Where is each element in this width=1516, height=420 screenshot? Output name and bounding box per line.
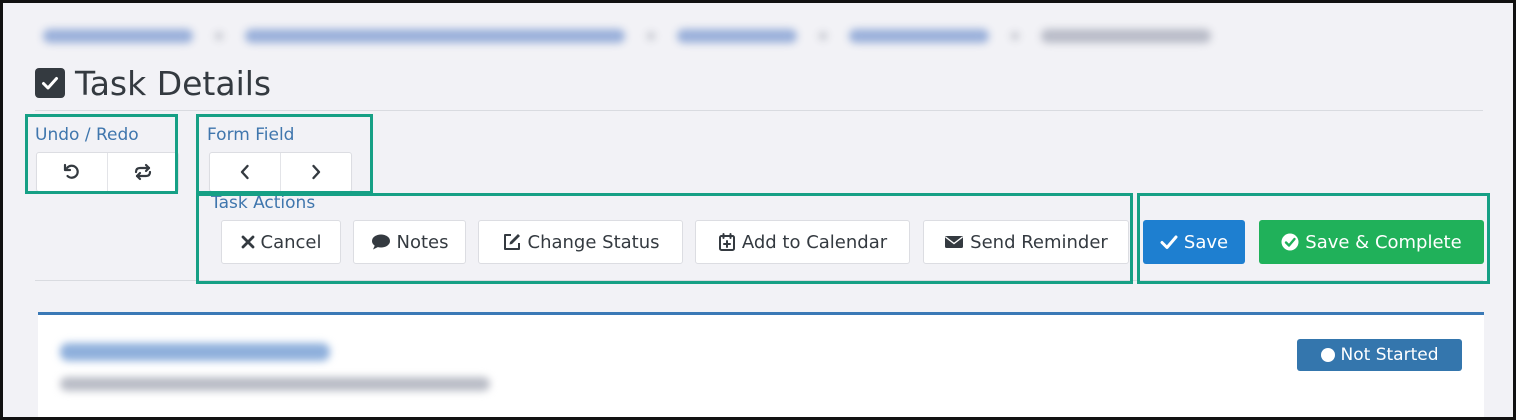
check-icon — [1160, 234, 1178, 250]
comment-icon — [371, 233, 391, 251]
task-card: Not Started — [38, 312, 1484, 417]
send-reminder-label: Send Reminder — [970, 231, 1108, 253]
breadcrumb — [43, 21, 1211, 51]
notes-button[interactable]: Notes — [353, 220, 466, 264]
breadcrumb-item[interactable] — [849, 29, 989, 43]
form-field-label: Form Field — [207, 125, 295, 145]
task-card-title — [60, 343, 330, 361]
envelope-icon — [944, 234, 964, 250]
status-label: Not Started — [1340, 345, 1439, 365]
page-title-text: Task Details — [75, 63, 272, 103]
divider — [35, 110, 1483, 111]
calendar-plus-icon — [718, 232, 736, 252]
breadcrumb-current — [1041, 29, 1211, 43]
breadcrumb-item[interactable] — [43, 29, 193, 43]
previous-field-button[interactable] — [210, 153, 281, 191]
notes-label: Notes — [396, 231, 449, 253]
undo-redo-label: Undo / Redo — [35, 125, 139, 145]
undo-redo-group — [36, 152, 179, 192]
save-and-complete-button[interactable]: Save & Complete — [1259, 220, 1484, 264]
redo-button[interactable] — [108, 153, 178, 191]
task-actions-label: Task Actions — [211, 193, 316, 213]
undo-icon — [62, 162, 82, 182]
form-field-group — [209, 152, 352, 192]
cancel-button[interactable]: Cancel — [221, 220, 341, 264]
undo-button[interactable] — [37, 153, 108, 191]
next-field-button[interactable] — [281, 153, 351, 191]
chevron-left-icon — [237, 163, 253, 181]
circle-icon — [1320, 348, 1335, 362]
redo-icon — [133, 162, 153, 182]
cancel-label: Cancel — [260, 231, 322, 253]
save-label: Save — [1183, 231, 1229, 253]
app-frame: Task Details Undo / Redo Form Field Task… — [0, 0, 1516, 420]
edit-icon — [502, 232, 522, 252]
breadcrumb-item[interactable] — [245, 29, 625, 43]
close-icon — [241, 235, 255, 249]
add-to-calendar-label: Add to Calendar — [741, 231, 888, 253]
breadcrumb-item[interactable] — [677, 29, 797, 43]
change-status-label: Change Status — [527, 231, 660, 253]
save-and-complete-label: Save & Complete — [1305, 231, 1462, 253]
add-to-calendar-button[interactable]: Add to Calendar — [695, 220, 910, 264]
check-circle-icon — [1281, 233, 1299, 251]
divider — [35, 280, 1483, 281]
change-status-button[interactable]: Change Status — [478, 220, 683, 264]
task-card-subtitle — [60, 377, 490, 391]
chevron-right-icon — [308, 163, 324, 181]
page-title: Task Details — [35, 61, 271, 105]
checkbox-icon — [35, 68, 65, 98]
save-button[interactable]: Save — [1143, 220, 1245, 264]
send-reminder-button[interactable]: Send Reminder — [923, 220, 1129, 264]
status-badge: Not Started — [1297, 339, 1462, 371]
